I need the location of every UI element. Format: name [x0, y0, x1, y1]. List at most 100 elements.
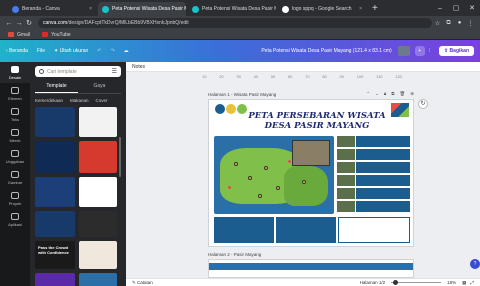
filter-icon[interactable]: ☰ [112, 68, 117, 75]
template-thumbnail[interactable] [35, 273, 75, 286]
design-page-2[interactable] [208, 259, 414, 278]
info-card-photo [337, 201, 355, 212]
info-card [337, 188, 410, 199]
template-search-input[interactable]: Cari template ☰ [35, 66, 121, 77]
corner-shape-top-left [215, 104, 225, 114]
move-down-icon[interactable]: ⌄ [375, 91, 379, 97]
rail-item-unggahan[interactable]: Unggahan [0, 146, 30, 167]
notes-button[interactable]: ✎ Catatan [132, 280, 153, 286]
browser-tab[interactable]: Peta Potensi Wisata Desa Pasir M...× [98, 2, 186, 16]
zoom-level[interactable]: 18% [447, 280, 456, 285]
template-thumbnail[interactable] [35, 107, 75, 137]
zoom-slider-knob[interactable] [393, 280, 399, 285]
rail-item-desain[interactable]: Desain [0, 62, 30, 83]
rail-item-gambar[interactable]: Gambar [0, 167, 30, 188]
extensions-icon[interactable]: ⧉ [443, 20, 454, 27]
fullscreen-icon[interactable]: ⤢ [470, 280, 474, 285]
category-chip[interactable]: Kemerdekaan [35, 98, 63, 103]
resize-button[interactable]: ✦ Ubah ukuran [54, 48, 88, 54]
tab-gaya[interactable]: Gaya [78, 81, 121, 93]
template-thumbnail[interactable] [79, 211, 117, 237]
avatar[interactable] [397, 46, 410, 56]
browser-tab[interactable]: Peta Potensi Wisata Desa Pasir M...× [188, 2, 276, 16]
map-inset-photo [292, 140, 330, 166]
rail-item-proyek[interactable]: Proyek [0, 188, 30, 209]
help-icon[interactable]: ? [470, 259, 480, 269]
cloud-saved-icon[interactable]: ☁ [124, 48, 129, 54]
menu-icon[interactable]: ⋮ [465, 20, 476, 27]
add-page-icon[interactable]: ⊕ [410, 91, 414, 97]
grid-view-icon[interactable]: ▦ [462, 280, 466, 286]
move-up-icon[interactable]: ⌃ [366, 91, 370, 97]
rail-aplikasi-icon [11, 212, 19, 220]
template-thumbnail[interactable] [79, 241, 117, 269]
share-button[interactable]: ⇪ Bagikan [438, 46, 474, 56]
browser-tab-label: Peta Potensi Wisata Desa Pasir M... [112, 6, 186, 12]
bookmark-label: Gmail [17, 31, 31, 38]
template-thumbnail[interactable] [35, 141, 75, 173]
redo-icon[interactable]: ↷ [110, 48, 114, 54]
tab-close-icon[interactable]: × [89, 6, 92, 12]
zoom-slider[interactable] [391, 280, 442, 285]
info-card-text-block [356, 201, 410, 212]
browser-tab[interactable]: Beranda - Canva × [8, 2, 96, 16]
bookmark-star-icon[interactable]: ☆ [432, 20, 443, 27]
browser-tab[interactable]: logo sppq - Google Search × [278, 2, 366, 16]
notes-tab[interactable]: Notes [132, 64, 145, 70]
back-icon[interactable]: ← [4, 20, 14, 27]
template-thumbnail[interactable] [79, 141, 117, 173]
close-window-icon[interactable]: ✕ [464, 4, 480, 12]
ruler-tick-label: 50 [270, 74, 276, 79]
maximize-icon[interactable]: ▢ [448, 4, 464, 12]
category-chip[interactable]: Cover [96, 98, 108, 103]
map-pin [276, 186, 280, 190]
notes-label: Catatan [137, 279, 153, 285]
file-menu[interactable]: File [37, 48, 45, 54]
page-2-label: Halaman 2 - Pasir Mayang [208, 252, 262, 257]
tab-close-icon[interactable]: × [359, 6, 362, 12]
bottom-info-panel-3 [338, 217, 410, 243]
ruler-tick-label: 70 [305, 74, 310, 79]
bookmark-item[interactable]: Gmail [8, 32, 30, 38]
new-tab-button[interactable]: + [372, 2, 378, 16]
refresh-icon[interactable]: ↻ [418, 99, 428, 109]
template-thumbnail[interactable] [79, 107, 117, 137]
bottom-info-panel-2 [276, 217, 336, 243]
rail-item-elemen[interactable]: Elemen [0, 83, 30, 104]
rail-item-merek[interactable]: Merek [0, 125, 30, 146]
bookmark-label: YouTube [51, 31, 71, 38]
home-button[interactable]: ‹ Beranda [6, 48, 28, 54]
search-icon [39, 69, 44, 74]
design-page-1[interactable]: PETA PERSEBARAN WISATA DESA PASIR MAYANG [208, 99, 414, 247]
logo-mark-2 [237, 104, 247, 114]
search-placeholder: Cari template [47, 68, 77, 75]
minimize-icon[interactable]: – [432, 5, 448, 12]
forward-icon[interactable]: → [14, 20, 24, 27]
template-thumbnail[interactable] [79, 177, 117, 207]
url-field[interactable]: canva.com /design/DAFcptTkDvrQ/MlLbEBb9V… [38, 18, 432, 28]
bookmark-item[interactable]: YouTube [42, 32, 71, 38]
analytics-icon[interactable]: ⫶ [429, 48, 430, 54]
template-thumbnail[interactable] [79, 273, 117, 286]
template-thumbnail[interactable]: Pass the Crowd with Confidence [35, 241, 75, 269]
page-indicator[interactable]: Halaman 1/2 [360, 280, 386, 285]
duplicate-icon[interactable]: ⧉ [391, 91, 394, 97]
undo-icon[interactable]: ↶ [97, 48, 101, 54]
category-chips: Kemerdekaan Makanan Cover [35, 98, 121, 103]
panel-scrollbar[interactable] [119, 137, 121, 177]
tab-template[interactable]: Template [35, 81, 78, 93]
reload-icon[interactable]: ↻ [24, 19, 34, 27]
profile-icon[interactable]: ● [454, 20, 465, 26]
rail-item-aplikasi[interactable]: Aplikasi [0, 209, 30, 230]
category-chip[interactable]: Makanan [70, 98, 89, 103]
delete-icon[interactable]: 🗑︎ [400, 91, 406, 97]
template-thumbnail[interactable] [35, 177, 75, 207]
document-title[interactable]: Peta Potensi Wisata Desa Pasir Mayang (1… [261, 48, 391, 54]
browser-tab-label: Beranda - Canva [22, 6, 60, 12]
rail-teks-icon [11, 107, 19, 115]
resize-label: Ubah ukuran [59, 48, 89, 54]
lock-icon[interactable]: 🔒︎ [384, 91, 386, 97]
rail-item-teks[interactable]: Teks [0, 104, 30, 125]
add-collaborator-button[interactable]: + [414, 46, 425, 56]
template-thumbnail[interactable] [35, 211, 75, 237]
